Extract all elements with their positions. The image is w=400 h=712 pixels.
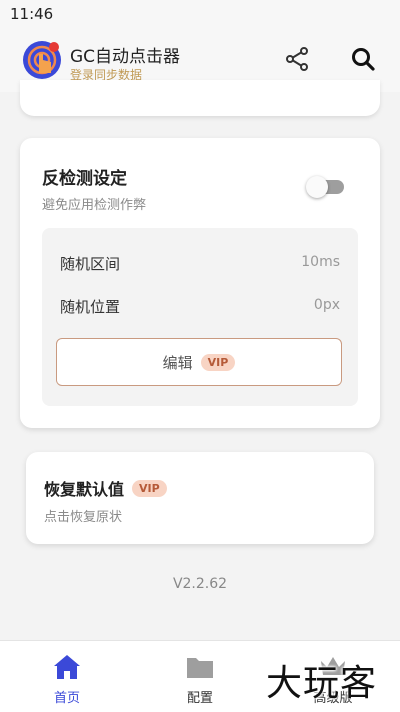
nav-item-home[interactable]: 首页 bbox=[22, 641, 112, 712]
edit-button-label: 编辑 bbox=[162, 353, 193, 372]
random-interval-value: 10ms bbox=[301, 254, 340, 270]
version-label: V2.2.62 bbox=[172, 576, 228, 592]
nav-label-home: 首页 bbox=[53, 691, 80, 706]
random-interval-label: 随机区间 bbox=[60, 255, 121, 273]
vip-badge: VIP bbox=[200, 353, 236, 371]
status-time: 11:46 bbox=[10, 5, 54, 23]
app-logo-icon bbox=[22, 40, 62, 80]
restore-defaults-title: 恢复默认值 bbox=[44, 480, 125, 499]
toggle-knob bbox=[306, 176, 328, 198]
app-title: GC自动点击器 bbox=[70, 47, 181, 67]
nav-label-config: 配置 bbox=[186, 691, 213, 706]
search-icon[interactable] bbox=[348, 44, 378, 74]
anti-detection-description: 避免应用检测作弊 bbox=[42, 198, 147, 213]
home-icon bbox=[53, 653, 81, 681]
random-position-value: 0px bbox=[313, 297, 340, 313]
anti-detection-card: 反检测设定 避免应用检测作弊 随机区间 10ms 随机位置 0px 编辑 VIP bbox=[20, 138, 380, 428]
restore-defaults-description: 点击恢复原状 bbox=[44, 510, 123, 525]
folder-icon bbox=[186, 653, 214, 681]
random-settings-panel: 随机区间 10ms 随机位置 0px 编辑 VIP bbox=[42, 228, 358, 406]
restore-defaults-header: 恢复默认值 VIP bbox=[44, 476, 167, 500]
anti-detection-toggle[interactable] bbox=[306, 176, 346, 198]
previous-card bbox=[20, 80, 380, 116]
share-icon[interactable] bbox=[282, 44, 312, 74]
status-bar: 11:46 bbox=[0, 0, 400, 28]
nav-item-config[interactable]: 配置 bbox=[155, 641, 245, 712]
vip-badge: VIP bbox=[132, 479, 167, 497]
anti-detection-title: 反检测设定 bbox=[42, 169, 127, 189]
random-position-label: 随机位置 bbox=[60, 298, 121, 316]
watermark: 大玩客 bbox=[266, 663, 378, 704]
restore-defaults-card[interactable]: 恢复默认值 VIP 点击恢复原状 bbox=[26, 452, 374, 544]
edit-button[interactable]: 编辑 VIP bbox=[56, 338, 342, 386]
